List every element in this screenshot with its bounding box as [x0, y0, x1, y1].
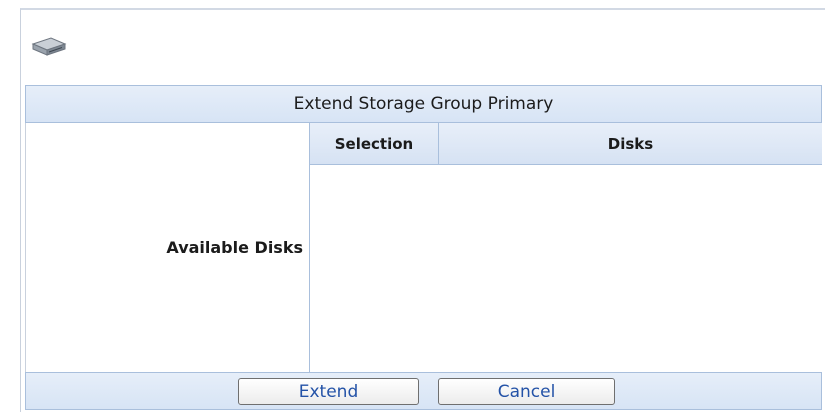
extend-button[interactable]: Extend — [238, 378, 419, 405]
available-disks-table: Selection Disks — [309, 123, 822, 372]
table-body — [310, 165, 822, 372]
available-disks-label: Available Disks — [25, 123, 309, 372]
dialog-footer: Extend Cancel — [25, 372, 822, 410]
disk-drive-icon — [29, 32, 69, 60]
extend-storage-dialog: Extend Storage Group Primary Available D… — [20, 8, 825, 412]
column-header-selection[interactable]: Selection — [310, 123, 439, 164]
dialog-title: Extend Storage Group Primary — [25, 85, 822, 123]
table-header: Selection Disks — [310, 123, 822, 165]
cancel-button[interactable]: Cancel — [438, 378, 615, 405]
column-header-disks[interactable]: Disks — [439, 123, 822, 164]
